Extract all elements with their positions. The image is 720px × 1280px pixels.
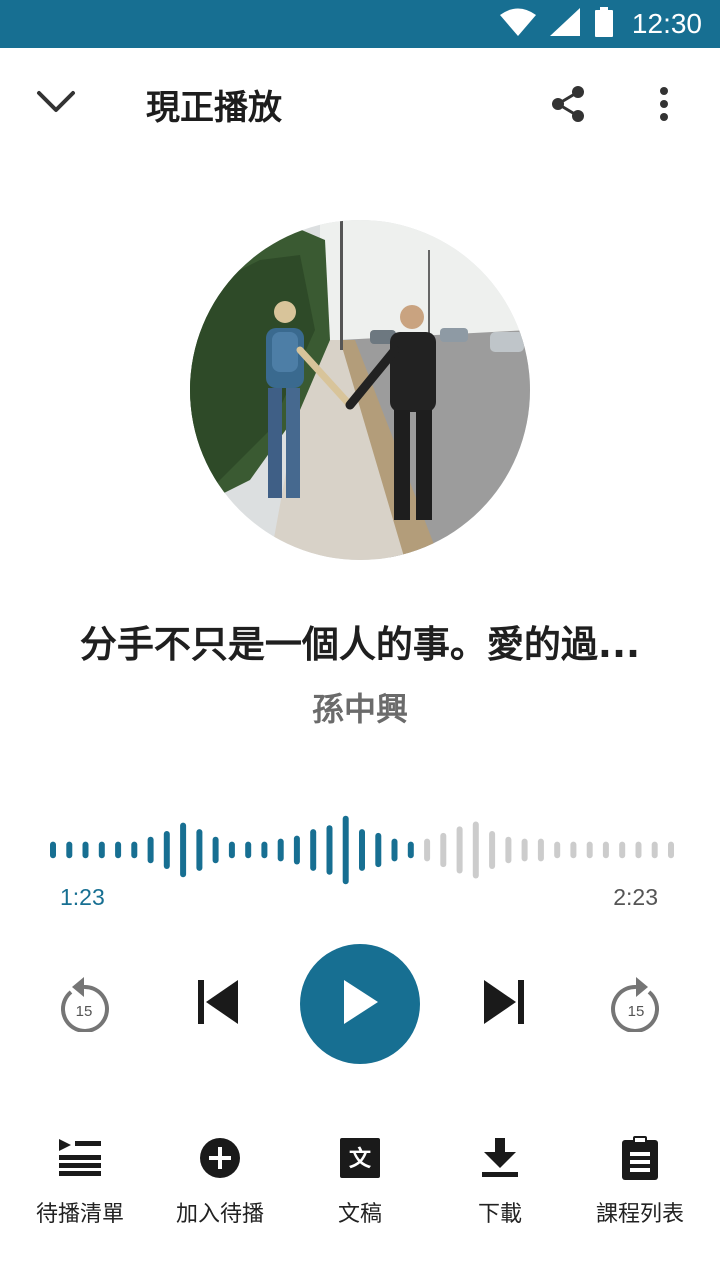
waveform-bar — [310, 829, 317, 871]
waveform-bar — [293, 835, 300, 865]
waveform-bar — [196, 829, 203, 871]
app-bar: 現正播放 — [0, 48, 720, 160]
add-circle-icon — [196, 1134, 244, 1182]
waveform-bar — [326, 825, 333, 875]
queue-icon — [56, 1134, 104, 1182]
waveform-bar — [50, 841, 56, 859]
waveform-bar — [342, 815, 349, 885]
waveform-bar — [66, 841, 73, 859]
replay-15-icon: 15 — [56, 972, 112, 1036]
waveform-bar — [261, 841, 268, 859]
waveform-bar — [180, 822, 187, 878]
waveform-bar — [521, 838, 528, 862]
skip-next-icon — [484, 980, 524, 1028]
download-icon — [476, 1134, 524, 1182]
waveform-bar — [570, 841, 577, 859]
rewind-15-button[interactable]: 15 — [52, 972, 116, 1036]
waveform-bar — [554, 841, 561, 859]
waveform-bar — [391, 838, 398, 862]
collapse-button[interactable] — [26, 76, 86, 132]
waveform-bar — [651, 841, 658, 859]
download-button[interactable]: 下載 — [430, 1134, 570, 1234]
page-title: 現正播放 — [146, 88, 282, 128]
transcript-icon: 文 — [336, 1134, 384, 1182]
waveform-bar — [586, 841, 593, 859]
episode-author: 孫中興 — [311, 690, 408, 728]
battery-icon — [594, 7, 614, 41]
waveform-bar — [472, 821, 479, 879]
waveform-progress[interactable] — [50, 812, 674, 888]
waveform-bar — [228, 841, 235, 859]
course-list-button[interactable]: 課程列表 — [570, 1134, 710, 1234]
status-bar: 12:30 — [0, 0, 720, 48]
waveform-bar — [115, 841, 122, 859]
waveform-bar — [98, 841, 105, 859]
svg-text:文: 文 — [349, 1146, 372, 1172]
waveform-bar — [375, 832, 382, 868]
forward-15-icon: 15 — [608, 972, 664, 1036]
cover-art — [190, 220, 530, 560]
waveform-bar — [212, 836, 219, 864]
transcript-label: 文稿 — [337, 1202, 382, 1227]
waveform-bar — [537, 838, 544, 862]
total-time: 2:23 — [613, 884, 658, 910]
episode-title: 分手不只是一個人的事。愛的過... — [79, 623, 641, 666]
bottom-actions: 待播清單 加入待播 文 文稿 下載 課程列表 — [10, 1134, 710, 1234]
download-label: 下載 — [477, 1202, 522, 1227]
waveform-bar — [635, 841, 642, 859]
next-button[interactable] — [474, 972, 534, 1036]
forward-15-button[interactable]: 15 — [604, 972, 668, 1036]
waveform-bar — [245, 841, 252, 859]
more-vert-icon — [659, 86, 669, 126]
waveform-bar — [277, 838, 284, 862]
share-button[interactable] — [540, 78, 596, 134]
previous-button[interactable] — [188, 972, 248, 1036]
clipboard-list-icon — [616, 1134, 664, 1182]
cell-signal-icon — [549, 8, 580, 40]
play-icon — [342, 980, 378, 1028]
waveform-bar — [82, 841, 89, 859]
waveform-bar — [440, 832, 447, 868]
waveform-bar — [602, 841, 609, 859]
forward-seconds-label: 15 — [628, 1003, 645, 1020]
course-list-label: 課程列表 — [595, 1202, 684, 1227]
share-icon — [550, 85, 586, 127]
transcript-button[interactable]: 文 文稿 — [290, 1134, 430, 1234]
waveform-bar — [619, 841, 626, 859]
more-options-button[interactable] — [636, 78, 692, 134]
waveform-bar — [163, 831, 170, 869]
waveform-bar — [424, 838, 431, 862]
wifi-icon — [499, 8, 536, 40]
play-button[interactable] — [300, 944, 420, 1064]
waveform-bar — [147, 836, 154, 864]
waveform-bar — [407, 841, 414, 859]
waveform-bar — [668, 841, 674, 859]
waveform-bar — [505, 836, 512, 864]
queue-list-label: 待播清單 — [35, 1202, 124, 1227]
waveform-bar — [359, 829, 365, 871]
skip-previous-icon — [198, 980, 238, 1028]
add-to-queue-button[interactable]: 加入待播 — [150, 1134, 290, 1234]
waveform-bar — [456, 826, 463, 874]
queue-list-button[interactable]: 待播清單 — [10, 1134, 150, 1234]
chevron-down-icon — [36, 90, 76, 118]
add-to-queue-label: 加入待播 — [175, 1202, 264, 1227]
waveform-bar — [489, 831, 496, 869]
waveform-bar — [131, 841, 138, 859]
rewind-seconds-label: 15 — [76, 1003, 93, 1020]
status-time: 12:30 — [631, 8, 702, 39]
current-time: 1:23 — [60, 884, 105, 910]
